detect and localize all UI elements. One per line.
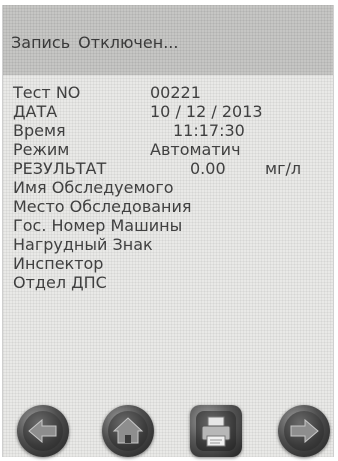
back-button[interactable] <box>17 405 69 457</box>
inspector-label: Инспектор <box>13 254 104 273</box>
home-button[interactable] <box>102 405 154 457</box>
subject-name-label: Имя Обследуемого <box>13 178 174 197</box>
header-section-label: Запись <box>11 33 71 52</box>
date-label: ДАТА <box>13 102 58 121</box>
arrow-left-icon <box>28 418 57 444</box>
printer-icon <box>201 416 231 447</box>
lcd-screen: Запись Отключен... Тест NO 00221 ДАТА 10 … <box>2 5 334 457</box>
badge-label: Нагрудный Знак <box>13 235 153 254</box>
arrow-right-icon <box>290 418 319 444</box>
header-bar: Запись Отключен... <box>3 5 333 75</box>
header-status-label: Отключен... <box>78 33 179 52</box>
time-label: Время <box>13 121 66 140</box>
breathalyzer-device: Запись Отключен... Тест NO 00221 ДАТА 10 … <box>0 0 338 461</box>
mode-value: Автоматич <box>150 140 241 159</box>
bottom-toolbar <box>3 405 333 457</box>
print-button[interactable] <box>190 405 242 457</box>
result-unit: мг/л <box>265 159 302 178</box>
home-icon <box>112 417 144 444</box>
test-number-label: Тест NO <box>13 83 81 102</box>
forward-button[interactable] <box>278 405 330 457</box>
time-value: 11:17:30 <box>173 121 245 140</box>
location-label: Место Обследования <box>13 197 192 216</box>
result-value: 0.00 <box>190 159 226 178</box>
date-value: 10 / 12 / 2013 <box>150 102 263 121</box>
plate-label: Гос. Номер Машины <box>13 216 183 235</box>
result-label: РЕЗУЛЬТАТ <box>13 159 107 178</box>
department-label: Отдел ДПС <box>13 273 107 292</box>
mode-label: Режим <box>13 140 70 159</box>
test-number-value: 00221 <box>150 83 201 102</box>
header-title: Запись Отключен... <box>11 33 186 52</box>
